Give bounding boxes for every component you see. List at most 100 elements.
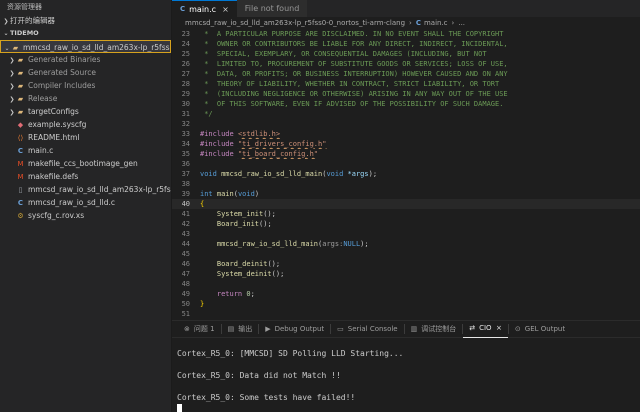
tree-item-label: makefile.defs [28,172,79,181]
console-line: Cortex_R5_0: Data did not Match !! [177,371,341,380]
code-line: 38 [172,179,640,189]
tab-label: 调试控制台 [421,324,457,333]
debug-icon: ▶ [265,324,271,333]
line-number: 28 [181,80,190,88]
makefile-icon: M [17,173,24,181]
function-call: System_init [216,210,264,218]
line-number: 29 [181,90,190,98]
function-call: System_deinit [216,270,272,278]
code-line: 30 * OF THIS SOFTWARE, EVEN IF ADVISED O… [172,99,640,109]
tab-label: Serial Console [347,324,398,333]
function-call: mmcsd_raw_io_sd_lld_main [216,240,319,248]
c-file-icon: C [17,199,24,207]
code-editor[interactable]: 23 * A PARTICULAR PURPOSE ARE DISCLAIMED… [172,29,640,319]
tree-file[interactable]: ▯ mmcsd_raw_io_sd_lld_am263x-lp_r5fss0-..… [0,183,171,196]
null-literal: NULL [343,240,361,248]
gel-icon: ⊙ [514,324,521,333]
include-path: "ti_board_config.h" [237,150,319,158]
comment-text: * A PARTICULAR PURPOSE ARE DISCLAIMED. I… [200,30,504,38]
code-line: 39 int main(void) [172,189,640,199]
explorer-sidebar: 资源管理器 ❯打开的编辑器 ⌄TIDEMO ⌄ ▰ mmcsd_raw_io_sd_… [0,0,172,412]
line-number: 42 [181,220,190,228]
open-editors-section[interactable]: ❯打开的编辑器 [0,14,171,27]
tree-item-label: makefile_ccs_bootimage_gen [28,159,138,168]
code-line: 43 [172,229,640,239]
tree-item-label: Generated Source [28,68,96,77]
tab-serial-console[interactable]: ▭ Serial Console [331,321,403,338]
tab-main-c[interactable]: C main.c × [172,0,237,17]
close-icon[interactable]: × [222,1,229,18]
comment-text: * OF THIS SOFTWARE, EVEN IF ADVISED OF T… [200,100,504,108]
tab-debug-output[interactable]: ▶ Debug Output [259,321,330,338]
tab-gel-output[interactable]: ⊙ GEL Output [509,321,571,338]
line-number: 37 [181,170,190,178]
tree-file[interactable]: Cmain.c [0,144,171,157]
return-keyword: return [216,290,243,298]
comment-text: * SPECIAL, EXEMPLARY, OR CONSEQUENTIAL D… [200,50,487,58]
tab-file-not-found[interactable]: File not found [236,0,309,17]
output-icon: ▤ [227,324,235,333]
workspace-section[interactable]: ⌄TIDEMO [0,27,171,40]
tab-label: File not found [244,4,300,13]
tree-item-label: Release [28,94,58,103]
number-literal: 0 [246,290,251,298]
tab-debug-console[interactable]: ▥ 调试控制台 [405,321,463,338]
html-icon: ⟨⟩ [17,134,24,142]
line-number: 48 [181,280,190,288]
tree-file[interactable]: Mmakefile_ccs_bootimage_gen [0,157,171,170]
type-keyword: void [237,190,255,198]
tab-label: CIO [479,324,492,332]
line-number: 41 [181,210,190,218]
breadcrumb-more[interactable]: ... [458,19,465,27]
tree-folder[interactable]: ❯ ▰ Generated Binaries [0,53,171,66]
chevron-right-icon: ❯ [9,109,15,116]
tree-folder[interactable]: ❯ ▰ Compiler Includes [0,79,171,92]
breadcrumb-file[interactable]: main.c [424,19,448,27]
code-line: 41 System_init(); [172,209,640,219]
tab-problems[interactable]: ⊗ 问题 1 [178,321,221,338]
tree-folder[interactable]: ❯ ▰ Generated Source [0,66,171,79]
breadcrumb-project[interactable]: mmcsd_raw_io_sd_lld_am263x-lp_r5fss0-0_n… [185,19,405,27]
open-editors-label: 打开的编辑器 [10,16,55,25]
comment-text: * OWNER OR CONTRIBUTORS BE LIABLE FOR AN… [200,40,508,48]
chevron-right-icon: › [451,19,455,27]
folder-icon: ▰ [17,95,24,103]
type-keyword: void [326,170,344,178]
tab-cio[interactable]: ⇄ CIO × [463,321,508,338]
tab-label: main.c [189,4,217,14]
tree-item-label: README.html [28,133,80,142]
text-cursor [177,404,182,412]
comment-text: * (INCLUDING NEGLIGENCE OR OTHERWISE) AR… [200,90,508,98]
chevron-down-icon: ⌄ [4,45,10,52]
tab-output[interactable]: ▤ 输出 [222,321,259,338]
comment-text: */ [200,110,213,118]
code-line: 29 * (INCLUDING NEGLIGENCE OR OTHERWISE)… [172,89,640,99]
console-line: Cortex_R5_0: [MMCSD] SD Polling LLD Star… [177,349,404,358]
close-icon[interactable]: × [496,320,502,337]
tab-label: GEL Output [524,324,566,333]
tree-item-label: mmcsd_raw_io_sd_lld_am263x-lp_r5fss0-... [28,185,171,194]
tree-folder[interactable]: ❯ ▰ Release [0,92,171,105]
c-file-icon: C [17,147,24,155]
tree-folder[interactable]: ❯ ▰ targetConfigs [0,105,171,118]
line-number: 33 [181,130,190,138]
breadcrumb: mmcsd_raw_io_sd_lld_am263x-lp_r5fss0-0_n… [172,17,640,29]
line-number: 26 [181,60,190,68]
line-number: 50 [181,300,190,308]
tree-item-label: syscfg_c.rov.xs [28,211,85,220]
tree-file[interactable]: Cmmcsd_raw_io_sd_lld.c [0,196,171,209]
function-name: mmcsd_raw_io_sd_lld_main [221,170,323,178]
line-number: 49 [181,290,190,298]
line-number: 25 [181,50,190,58]
console-cursor-line [177,403,640,412]
line-number: 47 [181,270,190,278]
tree-file[interactable]: ⚙ syscfg_c.rov.xs [0,209,171,222]
tree-file[interactable]: Mmakefile.defs [0,170,171,183]
project-folder[interactable]: ⌄▰ mmcsd_raw_io_sd_lld_am263x-lp_r5fss0-0… [0,40,171,53]
code-line: 35 #include "ti_board_config.h" [172,149,640,159]
tree-file[interactable]: ◆ example.syscfg [0,118,171,131]
tree-file[interactable]: ⟨⟩ README.html [0,131,171,144]
cio-console[interactable]: Cortex_R5_0: [MMCSD] SD Polling LLD Star… [172,338,640,412]
line-number: 38 [181,180,190,188]
